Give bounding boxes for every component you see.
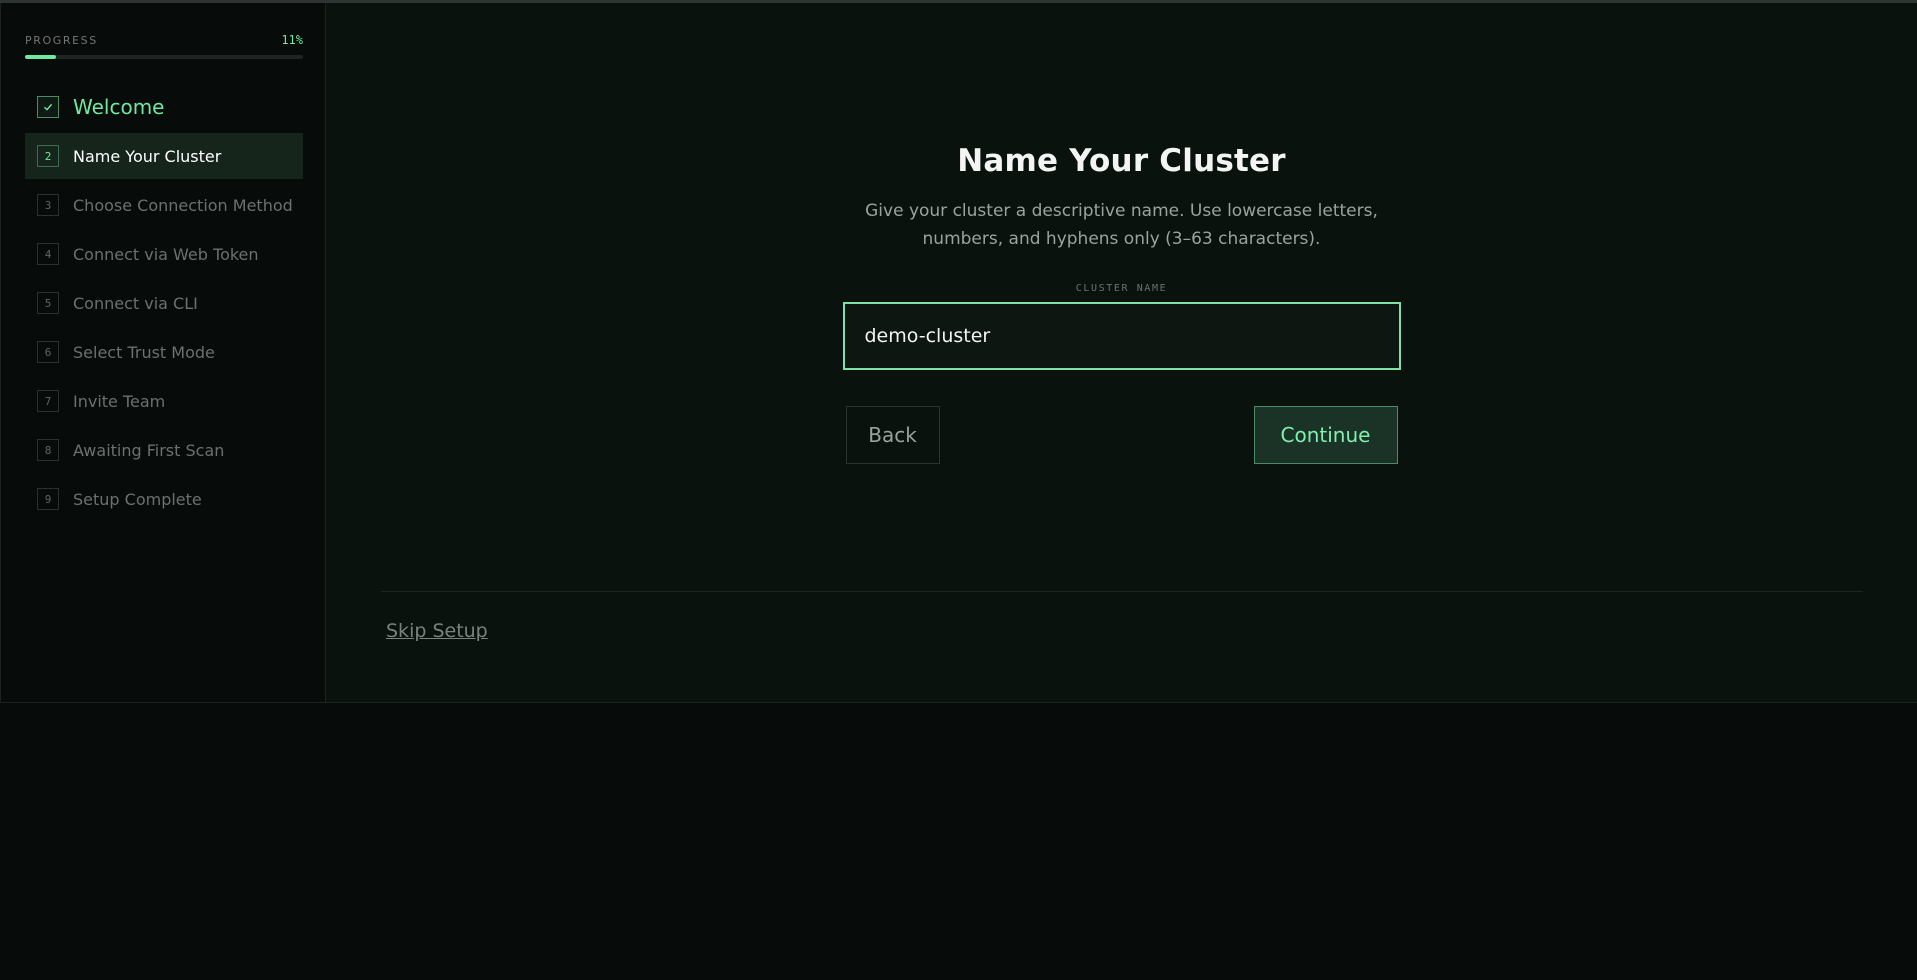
step-label: Name Your Cluster (73, 146, 222, 166)
step-invite-team[interactable]: 7 Invite Team (25, 378, 303, 424)
step-number: 4 (37, 243, 59, 265)
wizard-sidebar: PROGRESS 11% Welcome 2 Name Your Cluster… (0, 3, 326, 702)
step-number: 7 (37, 390, 59, 412)
step-select-trust-mode[interactable]: 6 Select Trust Mode (25, 329, 303, 375)
step-number: 2 (37, 145, 59, 167)
footer-divider (381, 591, 1863, 592)
progress-percent: 11% (281, 33, 303, 47)
step-welcome[interactable]: Welcome (25, 81, 303, 133)
skip-setup-link[interactable]: Skip Setup (386, 620, 488, 642)
progress-bar (25, 55, 303, 59)
check-icon (37, 96, 59, 118)
step-label: Select Trust Mode (73, 342, 215, 362)
step-list: Welcome 2 Name Your Cluster 3 Choose Con… (25, 81, 303, 522)
step-label: Choose Connection Method (73, 195, 293, 215)
step-choose-connection-method[interactable]: 3 Choose Connection Method (25, 182, 303, 228)
progress-header: PROGRESS 11% (25, 33, 303, 47)
cluster-name-input[interactable] (864, 325, 1399, 347)
step-number: 9 (37, 488, 59, 510)
step-label: Welcome (73, 95, 165, 119)
setup-wizard: PROGRESS 11% Welcome 2 Name Your Cluster… (0, 3, 1917, 703)
cluster-name-label: CLUSTER NAME (1075, 283, 1168, 294)
step-number: 6 (37, 341, 59, 363)
step-label: Setup Complete (73, 489, 202, 509)
step-label: Connect via Web Token (73, 244, 259, 264)
cluster-name-field[interactable] (842, 302, 1401, 370)
step-setup-complete[interactable]: 9 Setup Complete (25, 476, 303, 522)
step-number: 3 (37, 194, 59, 216)
step-awaiting-first-scan[interactable]: 8 Awaiting First Scan (25, 427, 303, 473)
page-description: Give your cluster a descriptive name. Us… (865, 201, 1378, 249)
progress-bar-fill (25, 55, 56, 59)
navigation-buttons: Back Continue (845, 406, 1398, 464)
continue-button[interactable]: Continue (1253, 406, 1398, 464)
step-name-your-cluster[interactable]: 2 Name Your Cluster (25, 133, 303, 179)
back-button[interactable]: Back (845, 406, 940, 464)
step-label: Invite Team (73, 391, 166, 411)
step-connect-via-web-token[interactable]: 4 Connect via Web Token (25, 231, 303, 277)
wizard-main-panel: Name Your Cluster Give your cluster a de… (326, 3, 1917, 702)
progress-label: PROGRESS (25, 33, 98, 47)
step-number: 8 (37, 439, 59, 461)
step-number: 5 (37, 292, 59, 314)
step-connect-via-cli[interactable]: 5 Connect via CLI (25, 280, 303, 326)
step-label: Connect via CLI (73, 293, 198, 313)
page-title: Name Your Cluster (957, 143, 1286, 179)
step-label: Awaiting First Scan (73, 440, 225, 460)
step-content: Name Your Cluster Give your cluster a de… (326, 143, 1917, 464)
